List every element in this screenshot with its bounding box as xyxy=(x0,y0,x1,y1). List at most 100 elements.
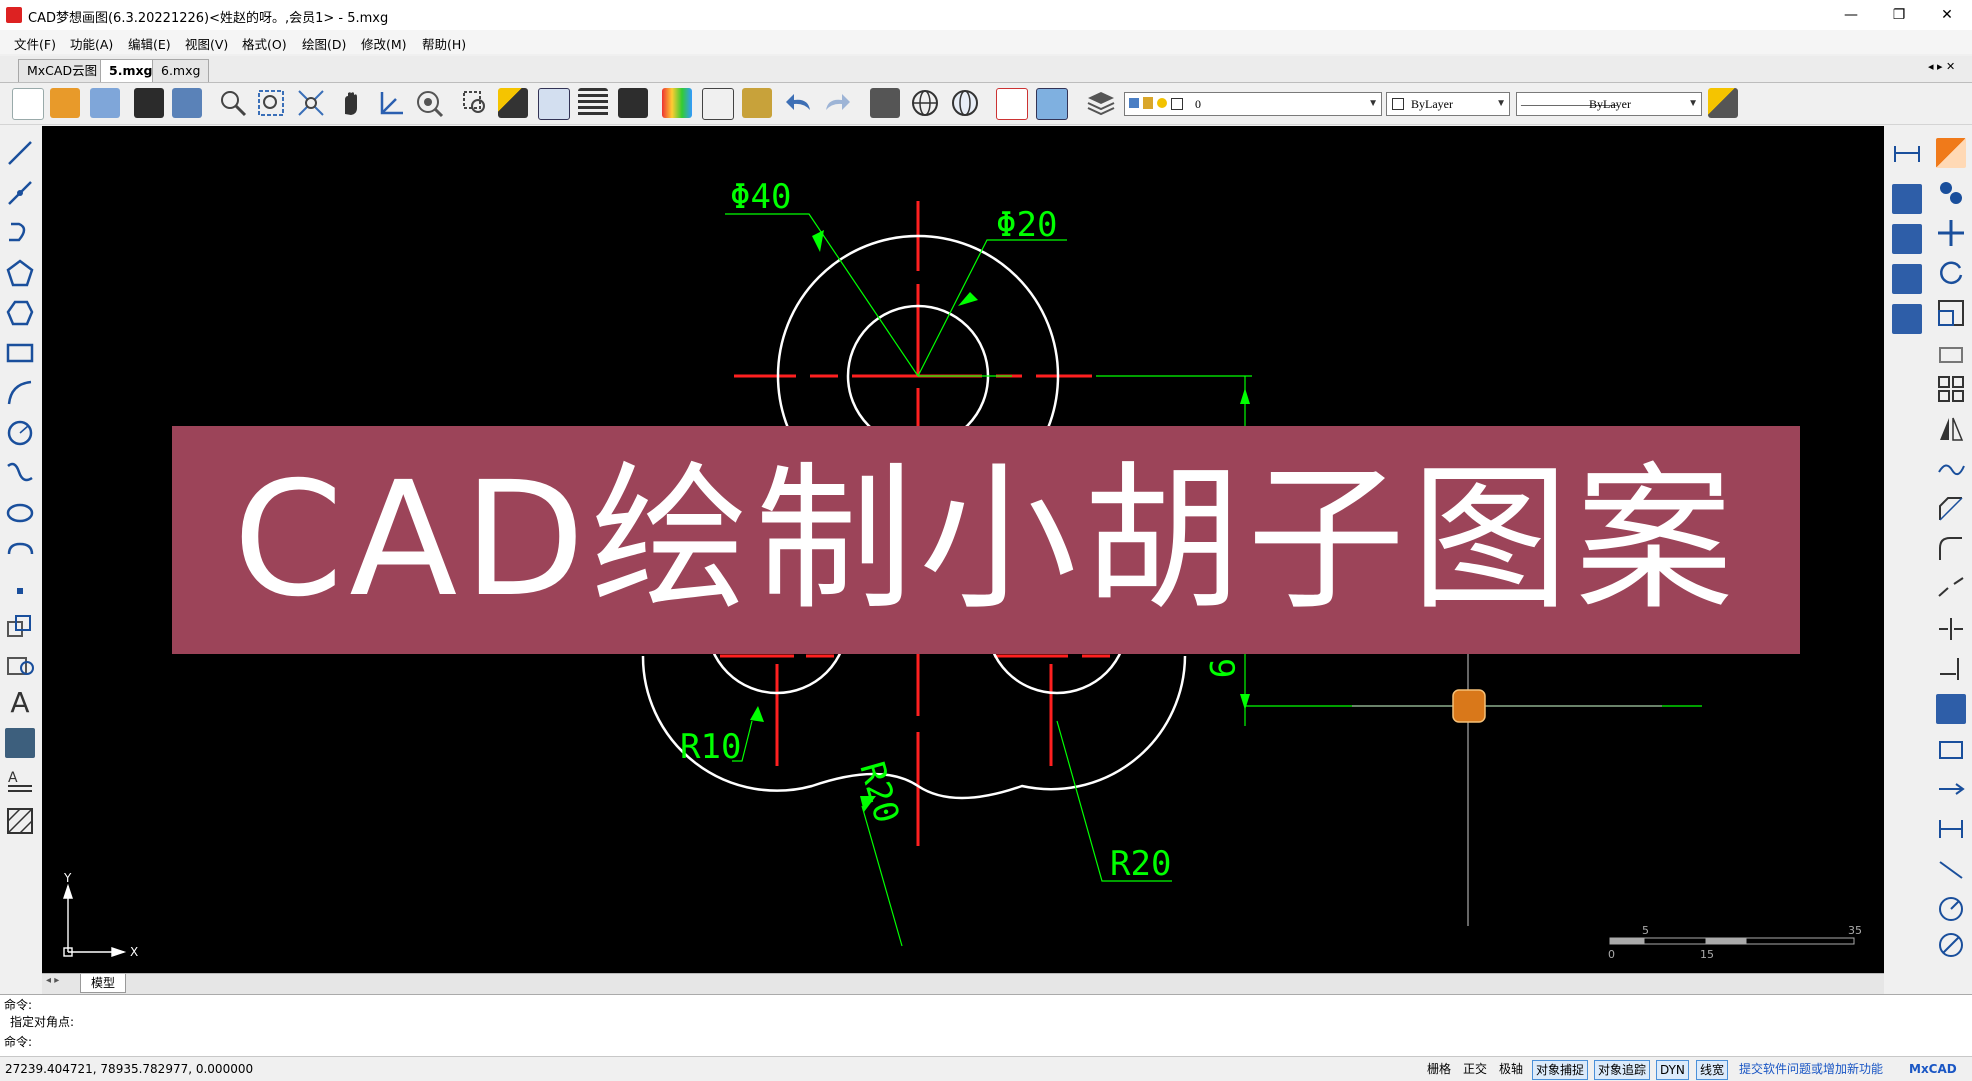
save-as-icon[interactable] xyxy=(90,88,120,118)
pencil-edit-icon[interactable] xyxy=(498,88,528,118)
publish-globe-icon[interactable] xyxy=(950,88,980,118)
layer-list-icon[interactable] xyxy=(578,88,608,118)
image-export-icon[interactable] xyxy=(1036,88,1068,120)
color-combo[interactable]: ByLayer ▼ xyxy=(1386,92,1510,116)
eraser-icon[interactable] xyxy=(1936,138,1966,168)
zoom-window-icon[interactable] xyxy=(218,88,248,118)
toggle-dyn[interactable]: DYN xyxy=(1656,1060,1689,1080)
mtext-tool-icon[interactable]: A xyxy=(5,766,35,796)
open-folder-icon[interactable] xyxy=(134,88,164,118)
menu-function[interactable]: 功能(A) xyxy=(70,34,113,53)
fillet-icon[interactable] xyxy=(1936,534,1966,564)
menu-draw[interactable]: 绘图(D) xyxy=(302,34,346,53)
mirror-icon[interactable] xyxy=(1936,414,1966,444)
minimize-button[interactable]: — xyxy=(1828,0,1874,30)
tab-mxcad-cloud[interactable]: MxCAD云图 xyxy=(18,59,107,82)
open-cloud-icon[interactable] xyxy=(50,88,80,118)
insert-block-icon[interactable] xyxy=(5,612,35,642)
toggle-polar[interactable]: 极轴 xyxy=(1496,1060,1526,1078)
dim-continue-icon[interactable] xyxy=(1936,774,1966,804)
linetype-combo[interactable]: ———————— ByLayer ▼ xyxy=(1516,92,1702,116)
tab-6-mxg[interactable]: 6.mxg xyxy=(152,59,210,82)
zoom-all-icon[interactable] xyxy=(296,88,326,118)
toggle-otrack[interactable]: 对象追踪 xyxy=(1594,1060,1651,1080)
text-tool-icon[interactable]: A xyxy=(5,688,35,718)
break-icon[interactable] xyxy=(1936,574,1966,604)
close-button[interactable]: ✕ xyxy=(1924,0,1970,30)
join-icon[interactable] xyxy=(1936,734,1966,764)
menu-help[interactable]: 帮助(H) xyxy=(422,34,466,53)
ellipse-tool-icon[interactable] xyxy=(5,498,35,528)
explode-icon[interactable] xyxy=(1936,694,1966,724)
restore-button[interactable]: ❐ xyxy=(1876,0,1922,30)
menu-edit[interactable]: 编辑(E) xyxy=(128,34,171,53)
tab-model[interactable]: 模型 xyxy=(80,974,127,993)
layer-isolate-icon[interactable] xyxy=(1892,264,1922,294)
paste-layer-icon[interactable] xyxy=(1892,224,1922,254)
extend-icon[interactable] xyxy=(1936,654,1966,684)
zoom-extents-icon[interactable] xyxy=(256,88,286,118)
menu-file[interactable]: 文件(F) xyxy=(14,34,56,53)
ucs-icon[interactable] xyxy=(376,88,406,118)
menu-view[interactable]: 视图(V) xyxy=(185,34,228,53)
copy-object-icon[interactable] xyxy=(1936,178,1966,208)
properties-icon[interactable] xyxy=(538,88,570,120)
point-tool-icon[interactable] xyxy=(5,576,35,606)
hatch-tool-icon[interactable] xyxy=(5,806,35,836)
menu-format[interactable]: 格式(O) xyxy=(242,34,287,53)
rotate-icon[interactable] xyxy=(1936,258,1966,288)
trim-icon[interactable] xyxy=(1936,614,1966,644)
chamfer-icon[interactable] xyxy=(1936,494,1966,524)
circle-tool-icon[interactable] xyxy=(5,418,35,448)
make-block-icon[interactable] xyxy=(5,650,35,680)
toggle-ortho[interactable]: 正交 xyxy=(1460,1060,1490,1078)
match-properties-icon[interactable] xyxy=(742,88,772,118)
redo-icon[interactable] xyxy=(822,88,852,118)
move-icon[interactable] xyxy=(1936,218,1966,248)
dim-radius-icon[interactable] xyxy=(1936,894,1966,924)
print-icon[interactable] xyxy=(870,88,900,118)
polygon-tool-icon[interactable] xyxy=(5,258,35,288)
rectangle-tool-icon[interactable] xyxy=(5,338,35,368)
dim-baseline-icon[interactable] xyxy=(1936,814,1966,844)
dim-aligned-icon[interactable] xyxy=(1936,854,1966,884)
menu-modify[interactable]: 修改(M) xyxy=(361,34,407,53)
layer-off-icon[interactable] xyxy=(1892,304,1922,334)
dim-diameter-icon[interactable] xyxy=(1936,930,1966,960)
copy-layer-icon[interactable] xyxy=(1892,184,1922,214)
scale-icon[interactable] xyxy=(1936,298,1966,328)
polyline-tool-icon[interactable] xyxy=(5,218,35,248)
pdf-export-icon[interactable] xyxy=(996,88,1028,120)
color-palette-icon[interactable] xyxy=(662,88,692,118)
array-icon[interactable] xyxy=(1936,374,1966,404)
zoom-realtime-icon[interactable] xyxy=(414,88,444,118)
select-icon[interactable] xyxy=(702,88,734,120)
web-globe-icon[interactable] xyxy=(910,88,940,118)
toggle-lineweight[interactable]: 线宽 xyxy=(1696,1060,1729,1080)
feedback-link[interactable]: 提交软件问题或增加新功能 xyxy=(1736,1060,1886,1078)
toggle-osnap[interactable]: 对象捕捉 xyxy=(1532,1060,1589,1080)
dim-linear-icon[interactable] xyxy=(1892,138,1922,168)
spline-tool-icon[interactable] xyxy=(5,458,35,488)
undo-icon[interactable] xyxy=(784,88,814,118)
block-icon[interactable] xyxy=(618,88,648,118)
lineweight-pencil-icon[interactable] xyxy=(1708,88,1738,118)
polygon-edit-icon[interactable] xyxy=(5,298,35,328)
stretch-icon[interactable] xyxy=(1936,338,1966,368)
tab-navigation[interactable]: ◂ ▸ ✕ xyxy=(1928,60,1955,73)
ray-tool-icon[interactable] xyxy=(5,178,35,208)
line-tool-icon[interactable] xyxy=(5,138,35,168)
new-file-icon[interactable] xyxy=(12,88,44,120)
layer-combo[interactable]: 0 ▼ xyxy=(1124,92,1382,116)
offset-icon[interactable] xyxy=(1936,454,1966,484)
layout-nav[interactable]: ◂ ▸ xyxy=(46,975,59,986)
save-icon[interactable] xyxy=(172,88,202,118)
pan-hand-icon[interactable] xyxy=(336,88,366,118)
layer-manager-icon[interactable] xyxy=(1086,88,1116,118)
command-input-row[interactable] xyxy=(0,1030,1972,1054)
image-insert-icon[interactable] xyxy=(5,728,35,758)
toggle-grid[interactable]: 栅格 xyxy=(1424,1060,1454,1078)
arc-tool-icon[interactable] xyxy=(5,378,35,408)
zoom-previous-icon[interactable] xyxy=(460,88,490,118)
ellipse-arc-tool-icon[interactable] xyxy=(5,538,35,568)
